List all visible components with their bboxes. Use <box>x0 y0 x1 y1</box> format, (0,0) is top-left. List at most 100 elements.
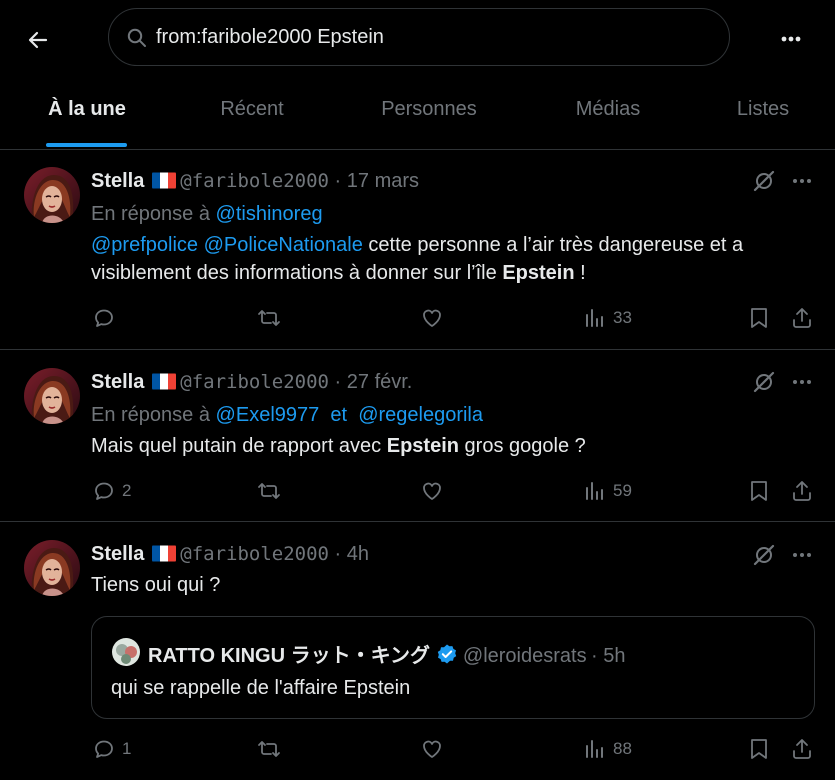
more-options-button[interactable] <box>778 26 804 52</box>
retweet-icon <box>257 306 281 330</box>
search-box[interactable]: from:faribole2000 Epstein <box>108 8 730 66</box>
share-icon <box>790 479 814 503</box>
like-button[interactable] <box>420 306 444 330</box>
bookmark-icon <box>747 479 771 503</box>
grok-button[interactable] <box>752 543 776 567</box>
reply-mention[interactable]: @tishinoreg <box>216 203 323 225</box>
bookmark-icon <box>747 737 771 761</box>
author-name[interactable]: Stella <box>91 371 144 393</box>
tweet-header: Stella @faribole2000 · 27 févr. <box>91 371 412 394</box>
tabs-divider <box>0 149 835 150</box>
tweet-header: Stella @faribole2000 · 4h <box>91 543 369 566</box>
author-handle[interactable]: @faribole2000 <box>180 371 329 393</box>
arrow-left-icon <box>28 31 48 49</box>
tab-recent[interactable]: Récent <box>202 98 302 126</box>
search-query[interactable]: from:faribole2000 Epstein <box>156 26 384 49</box>
keyword-highlight: Epstein <box>386 435 459 457</box>
author-handle[interactable]: @faribole2000 <box>180 170 329 192</box>
grok-icon <box>752 370 776 394</box>
views-button[interactable]: 88 <box>583 737 632 761</box>
reply-count: 2 <box>122 481 132 500</box>
tweet-more-button[interactable] <box>790 169 814 193</box>
share-button[interactable] <box>790 306 814 330</box>
mention[interactable]: @PoliceNationale <box>204 234 363 256</box>
author-name[interactable]: Stella <box>91 543 144 565</box>
views-button[interactable]: 33 <box>583 306 632 330</box>
quote-author-handle[interactable]: @leroidesrats <box>463 645 587 667</box>
grok-button[interactable] <box>752 370 776 394</box>
views-button[interactable]: 59 <box>583 479 632 503</box>
views-icon <box>583 737 607 761</box>
share-icon <box>790 306 814 330</box>
bookmark-button[interactable] <box>747 737 771 761</box>
retweet-button[interactable] <box>257 479 281 503</box>
retweet-button[interactable] <box>257 306 281 330</box>
reply-button[interactable]: 1 <box>92 737 131 761</box>
text-part: ! <box>574 262 586 284</box>
reply-and: et <box>330 404 348 426</box>
share-button[interactable] <box>790 737 814 761</box>
share-icon <box>790 737 814 761</box>
author-handle[interactable]: @faribole2000 <box>180 543 329 565</box>
reply-button[interactable]: 2 <box>92 479 131 503</box>
mention[interactable]: @prefpolice <box>91 234 198 256</box>
view-count: 59 <box>613 481 632 500</box>
more-horizontal-icon <box>781 36 801 42</box>
tweet-text: @prefpolice @PoliceNationale cette perso… <box>91 231 811 287</box>
keyword-highlight: Epstein <box>502 262 575 284</box>
bookmark-button[interactable] <box>747 479 771 503</box>
verified-icon <box>436 643 458 665</box>
quote-time[interactable]: · 5h <box>591 645 625 667</box>
france-flag-icon <box>152 373 176 390</box>
share-button[interactable] <box>790 479 814 503</box>
more-icon <box>790 169 814 193</box>
author-name[interactable]: Stella <box>91 170 144 192</box>
retweet-icon <box>257 479 281 503</box>
reply-context: En réponse à @tishinoreg <box>91 203 323 226</box>
avatar[interactable] <box>24 167 80 223</box>
reply-mention[interactable]: @Exel9977 <box>216 404 320 426</box>
quote-text: qui se rappelle de l'affaire Epstein <box>111 677 411 699</box>
bookmark-button[interactable] <box>747 306 771 330</box>
like-button[interactable] <box>420 479 444 503</box>
tab-media[interactable]: Médias <box>560 98 656 126</box>
tab-top[interactable]: À la une <box>35 98 139 126</box>
tab-people[interactable]: Personnes <box>365 98 493 126</box>
avatar[interactable] <box>24 540 80 596</box>
france-flag-icon <box>152 545 176 562</box>
tweet-more-button[interactable] <box>790 543 814 567</box>
avatar[interactable] <box>24 368 80 424</box>
tweet-header: Stella @faribole2000 · 17 mars <box>91 170 419 193</box>
search-icon <box>127 28 146 47</box>
tweet-time[interactable]: · 4h <box>335 543 369 565</box>
tweet-divider <box>0 521 835 522</box>
quote-avatar[interactable] <box>112 638 140 666</box>
retweet-icon <box>257 737 281 761</box>
quote-header: RATTO KINGU ラット・キング @leroidesrats · 5h <box>148 639 626 668</box>
grok-button[interactable] <box>752 169 776 193</box>
retweet-button[interactable] <box>257 737 281 761</box>
reply-button[interactable] <box>92 306 122 330</box>
reply-count: 1 <box>122 739 132 758</box>
quoted-tweet[interactable]: RATTO KINGU ラット・キング @leroidesrats · 5h q… <box>91 616 815 719</box>
tab-lists[interactable]: Listes <box>722 98 804 126</box>
tweet-more-button[interactable] <box>790 370 814 394</box>
text-part: cette personne a l’air très dangereuse e… <box>362 234 744 256</box>
bookmark-icon <box>747 306 771 330</box>
like-button[interactable] <box>420 737 444 761</box>
tweet-time[interactable]: · 17 mars <box>335 170 419 192</box>
view-count: 88 <box>613 739 632 758</box>
heart-icon <box>420 306 444 330</box>
back-button[interactable] <box>22 24 54 56</box>
tweet-text: Mais quel putain de rapport avec Epstein… <box>91 432 811 460</box>
views-icon <box>583 479 607 503</box>
more-icon <box>790 543 814 567</box>
france-flag-icon <box>152 172 176 189</box>
tweet-divider <box>0 349 835 350</box>
tweet-time[interactable]: · 27 févr. <box>335 371 413 393</box>
heart-icon <box>420 737 444 761</box>
more-icon <box>790 370 814 394</box>
quote-author-name[interactable]: RATTO KINGU ラット・キング <box>148 645 430 667</box>
reply-icon <box>92 737 116 761</box>
reply-mention[interactable]: @regelegorila <box>358 404 483 426</box>
